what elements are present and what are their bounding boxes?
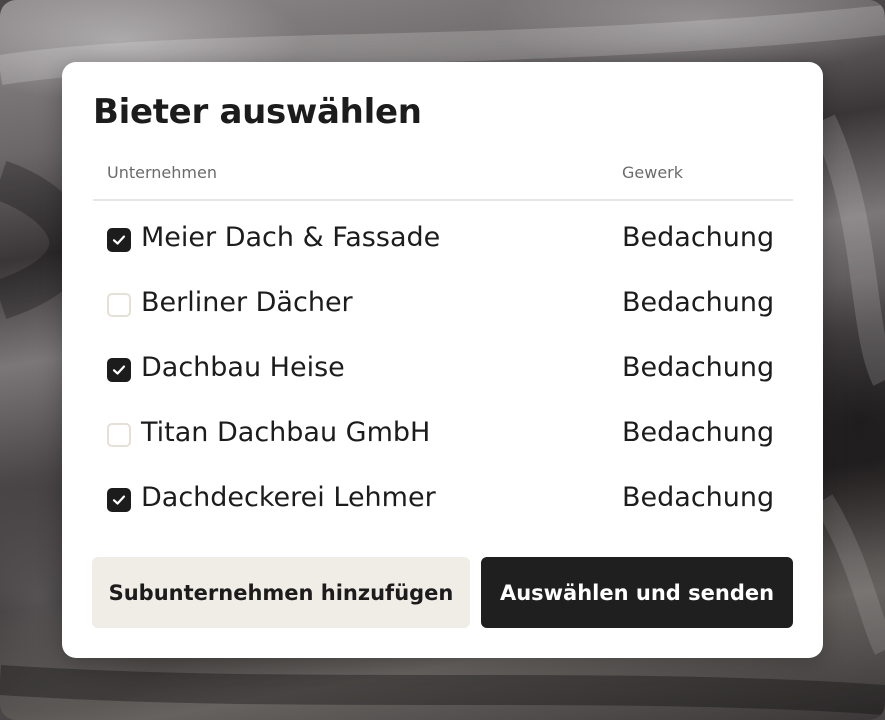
row-checkbox[interactable]	[107, 358, 131, 382]
trade-name: Bedachung	[622, 287, 775, 318]
select-and-send-button[interactable]: Auswählen und senden	[481, 557, 793, 628]
check-icon	[112, 235, 126, 245]
check-icon	[112, 365, 126, 375]
header-divider	[93, 199, 793, 201]
company-name: Meier Dach & Fassade	[141, 222, 441, 253]
trade-name: Bedachung	[622, 417, 775, 448]
table-row[interactable]: Titan Dachbau GmbH Bedachung	[93, 415, 793, 455]
trade-name: Bedachung	[622, 222, 775, 253]
add-subcontractor-button[interactable]: Subunternehmen hinzufügen	[92, 557, 470, 628]
check-icon	[112, 495, 126, 505]
table-row[interactable]: Berliner Dächer Bedachung	[93, 285, 793, 325]
table-row[interactable]: Dachbau Heise Bedachung	[93, 350, 793, 390]
row-checkbox[interactable]	[107, 228, 131, 252]
row-checkbox[interactable]	[107, 423, 131, 447]
company-name: Dachdeckerei Lehmer	[141, 482, 436, 513]
trade-name: Bedachung	[622, 482, 775, 513]
table-row[interactable]: Dachdeckerei Lehmer Bedachung	[93, 480, 793, 520]
column-header-company: Unternehmen	[107, 163, 217, 182]
select-bidders-dialog: Bieter auswählen Unternehmen Gewerk Meie…	[62, 62, 823, 658]
company-name: Dachbau Heise	[141, 352, 345, 383]
company-name: Titan Dachbau GmbH	[141, 417, 431, 448]
dialog-title: Bieter auswählen	[93, 92, 422, 132]
row-checkbox[interactable]	[107, 293, 131, 317]
company-name: Berliner Dächer	[141, 287, 353, 318]
table-row[interactable]: Meier Dach & Fassade Bedachung	[93, 220, 793, 260]
column-header-trade: Gewerk	[622, 163, 684, 182]
trade-name: Bedachung	[622, 352, 775, 383]
row-checkbox[interactable]	[107, 488, 131, 512]
